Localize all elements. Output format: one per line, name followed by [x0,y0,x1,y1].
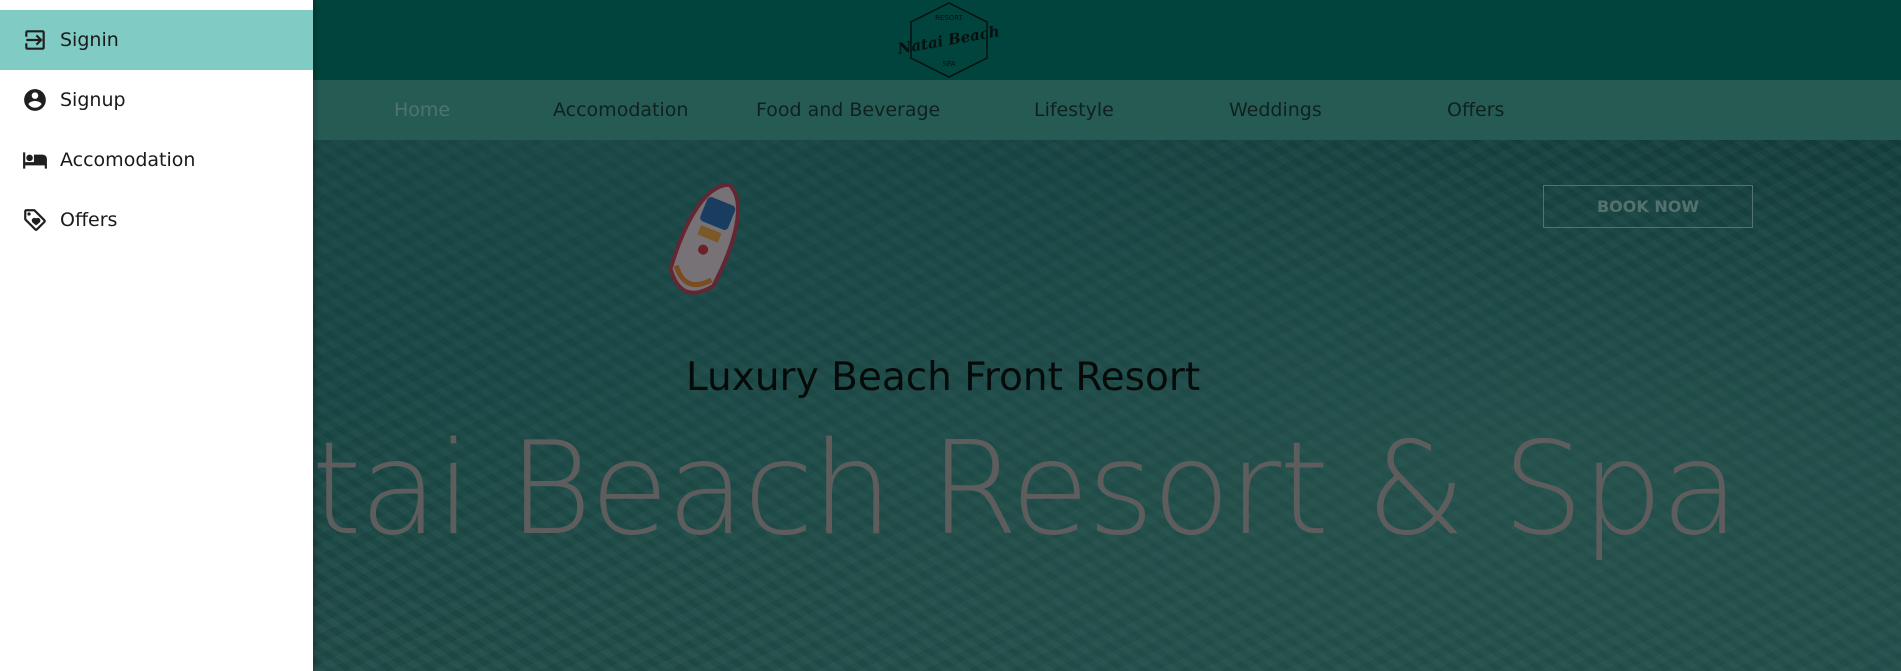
drawer-item-label: Offers [60,209,118,231]
drawer-item-label: Signin [60,29,119,51]
login-icon [21,26,49,54]
bed-icon [21,146,49,174]
tag-icon [21,206,49,234]
drawer-item-label: Accomodation [60,149,196,171]
drawer-item-offers[interactable]: Offers [0,190,313,250]
side-drawer: Signin Signup Accomodation Offers [0,0,313,671]
drawer-item-accomodation[interactable]: Accomodation [0,130,313,190]
drawer-item-label: Signup [60,89,126,111]
drawer-item-signin[interactable]: Signin [0,10,313,70]
drawer-item-signup[interactable]: Signup [0,70,313,130]
account-circle-icon [21,86,49,114]
